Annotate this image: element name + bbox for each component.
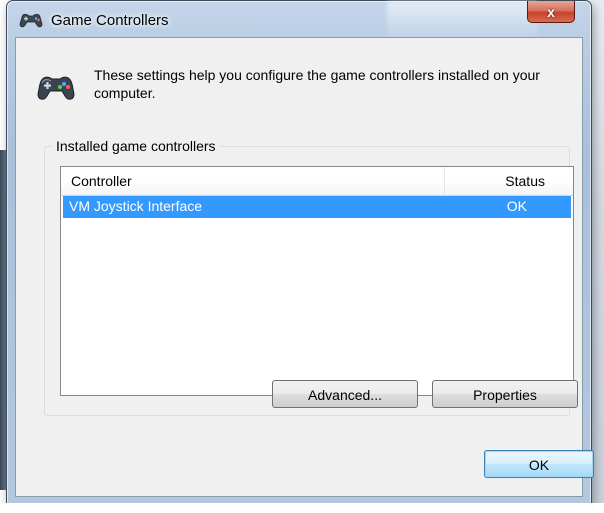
controller-name: VM Joystick Interface	[69, 198, 203, 214]
desktop-background-bottom	[0, 503, 604, 513]
gamepad-icon	[37, 76, 75, 100]
dialog-client-area: These settings help you configure the ga…	[15, 37, 594, 497]
close-button[interactable]: x	[527, 1, 575, 23]
advanced-button[interactable]: Advanced...	[272, 380, 418, 408]
window-title: Game Controllers	[51, 12, 169, 29]
controllers-list[interactable]: Controller Status VM Joystick Interface …	[60, 166, 574, 396]
controller-status: OK	[506, 198, 527, 214]
game-controllers-window: Game Controllers x These settings help y…	[6, 0, 594, 505]
title-bar-glass	[387, 1, 537, 37]
properties-button[interactable]: Properties	[432, 380, 578, 408]
column-header-status[interactable]: Status	[445, 167, 573, 195]
list-item[interactable]: VM Joystick Interface OK	[63, 196, 571, 218]
gamepad-icon	[19, 13, 43, 28]
list-header: Controller Status	[61, 167, 573, 196]
ok-button[interactable]: OK	[484, 450, 594, 478]
header-description: These settings help you configure the ga…	[94, 67, 540, 101]
group-label: Installed game controllers	[52, 138, 220, 154]
title-bar[interactable]: Game Controllers x	[7, 1, 591, 37]
close-icon: x	[547, 3, 555, 20]
column-header-controller[interactable]: Controller	[61, 167, 445, 195]
